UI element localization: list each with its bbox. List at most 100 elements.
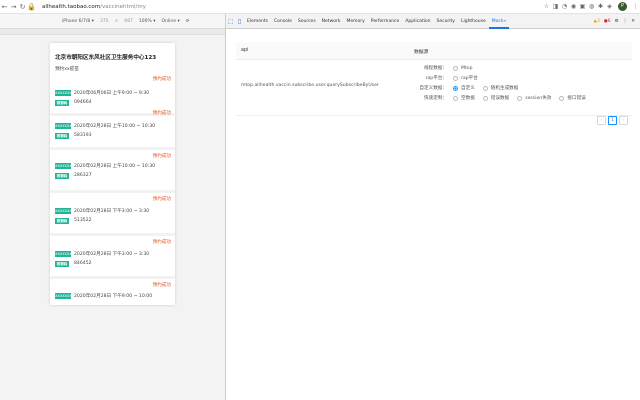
appointment-card[interactable]: 预约成功 XXXXXXXX 2020年02月28日 下午3:00 ~ 3:30 … — [50, 236, 175, 279]
appointment-card[interactable]: 预约成功 XXXXXXXX 2020年02月28日 下午9:00 ~ 10:00 — [50, 279, 175, 305]
api-name: mtop.alihealth.vaccin.subscribe.user.que… — [241, 83, 379, 88]
tab-network[interactable]: Network — [319, 14, 344, 29]
more-icon[interactable]: ⋮ — [623, 19, 628, 24]
radio-random-data[interactable]: 随机生成数据 — [482, 85, 518, 91]
radio-mtop[interactable]: Mtop — [453, 65, 473, 71]
radio-empty-data[interactable]: 空数据 — [453, 95, 475, 101]
field-label: 自定义数据： — [419, 86, 447, 91]
browser-toolbar: ← → ↻ 🔒 allhealth.taobao.com/vaccinehtml… — [0, 0, 640, 14]
profile-avatar[interactable]: P — [618, 2, 627, 11]
network-select[interactable]: Online ▾ — [162, 19, 180, 24]
lock-icon: 🔒 — [27, 2, 36, 11]
field-custom-data: 自定义数据： 自定义 随机生成数据 — [398, 85, 526, 91]
vaccine-tag: XXXXXXXX — [55, 208, 75, 214]
prev-page-button[interactable]: ‹ — [597, 116, 606, 125]
menu-icon[interactable]: ⋮ — [631, 3, 640, 10]
status-badge: 预约成功 — [152, 154, 171, 159]
extension-icon[interactable]: ◈ — [605, 3, 614, 10]
reload-icon[interactable]: ↻ — [18, 3, 27, 11]
phone-viewport: 北京市朝阳区东风社区卫生服务中心123 预约xx疫苗 预约成功 XXXXXXXX… — [50, 43, 175, 305]
appointment-time: 2020年02月28日 下午3:00 ~ 3:30 — [74, 209, 150, 214]
address-bar[interactable]: allhealth.taobao.com/vaccinehtml/my — [42, 4, 542, 10]
verification-code: 513522 — [74, 218, 92, 223]
times-icon: × — [114, 18, 119, 24]
code-tag: 核销码 — [55, 100, 69, 106]
column-api: api — [241, 48, 249, 53]
tab-lighthouse[interactable]: Lighthouse — [458, 14, 489, 29]
extension-icon[interactable]: ▣ — [578, 3, 587, 10]
pagination: ‹ 1 › — [597, 116, 628, 125]
page-title: 北京市朝阳区东风社区卫生服务中心123 — [55, 55, 157, 61]
extension-icon[interactable]: ✱ — [596, 3, 605, 10]
page-1-button[interactable]: 1 — [608, 116, 617, 125]
next-page-button[interactable]: › — [619, 116, 628, 125]
field-quick-custom: 快速定制： 空数据 错误数据 session失效 接口错误 — [398, 95, 594, 101]
appointment-time: 2020年02月28日 下午9:00 ~ 10:00 — [74, 294, 153, 299]
status-badge: 预约成功 — [152, 197, 171, 202]
column-source: 数据源 — [414, 50, 429, 55]
tab-memory[interactable]: Memory — [343, 14, 367, 29]
appointment-time: 2020年02月28日 下午3:00 ~ 3:30 — [74, 252, 150, 257]
url-path: /vaccinehtml/my — [100, 3, 147, 10]
vaccine-tag: XXXXXXXX — [55, 293, 75, 299]
device-toggle-icon[interactable]: ▯ — [235, 18, 244, 25]
star-icon[interactable]: ☆ — [542, 3, 551, 10]
status-badge: 预约成功 — [152, 240, 171, 245]
radio-custom[interactable]: 自定义 — [453, 85, 475, 91]
field-online-data: 线程数据： Mtop — [398, 65, 481, 71]
code-tag: 核销码 — [55, 261, 69, 267]
field-label: rap平台： — [425, 76, 447, 81]
vaccine-tag: XXXXXXXX — [55, 163, 75, 169]
zoom-select[interactable]: 100% ▾ — [139, 19, 156, 24]
appointment-card[interactable]: 预约成功 XXXXXXXX 2020年02月28日 上午10:00 ~ 10:3… — [50, 150, 175, 193]
close-icon[interactable]: ✕ — [631, 19, 635, 24]
back-icon[interactable]: ← — [0, 3, 9, 11]
radio-rap[interactable]: rap平台 — [453, 75, 478, 81]
inspect-icon[interactable]: ⬚ — [226, 18, 235, 25]
radio-api-error[interactable]: 接口错误 — [559, 95, 586, 101]
field-label: 快速定制： — [424, 96, 447, 101]
status-badge: 预约成功 — [152, 77, 171, 82]
tab-performance[interactable]: Performance — [368, 14, 403, 29]
appointment-time: 2020年02月28日 上午10:00 ~ 10:30 — [74, 124, 156, 129]
forward-icon[interactable]: → — [9, 3, 18, 11]
code-tag: 核销码 — [55, 218, 69, 224]
radio-error-data[interactable]: 错误数据 — [482, 95, 509, 101]
error-count[interactable]: ●6 — [604, 19, 611, 24]
status-badge: 预约成功 — [152, 111, 171, 116]
mock-table-header: api 数据源 — [236, 42, 632, 60]
device-select[interactable]: iPhone 6/7/8 ▾ — [62, 19, 94, 24]
table-row: mtop.alihealth.vaccin.subscribe.user.que… — [236, 60, 632, 116]
radio-session-expired[interactable]: session失效 — [517, 95, 551, 101]
tab-application[interactable]: Application — [402, 14, 433, 29]
code-tag: 核销码 — [55, 173, 69, 179]
vaccine-tag: XXXXXXXX — [55, 123, 75, 129]
extension-icon[interactable]: ◉ — [569, 3, 578, 10]
tab-sources[interactable]: Sources — [295, 14, 319, 29]
status-badge: 预约成功 — [152, 283, 171, 288]
appointment-time: 2020年06月06日 上午9:00 ~ 9:30 — [74, 91, 150, 96]
gear-icon[interactable]: ⚙ — [615, 19, 619, 24]
width-input[interactable]: 375 — [100, 19, 109, 24]
devtools-panel: ⬚ ▯ Elements Console Sources Network Mem… — [225, 14, 640, 400]
page-subtitle: 预约xx疫苗 — [55, 67, 79, 72]
field-label: 线程数据： — [424, 66, 447, 71]
extension-icon[interactable]: ◨ — [551, 3, 560, 10]
tab-mock[interactable]: Mock» — [488, 14, 510, 29]
verification-code: 846452 — [74, 261, 92, 266]
warning-count[interactable]: ▲3 — [594, 19, 600, 24]
extension-icon[interactable]: ◍ — [587, 3, 596, 10]
device-toolbar: iPhone 6/7/8 ▾ 375 × 667 100% ▾ Online ▾… — [0, 14, 225, 29]
tab-security[interactable]: Security — [433, 14, 457, 29]
code-tag: 核销码 — [55, 133, 69, 139]
appointment-card[interactable]: 预约成功 XXXXXXXX 2020年02月28日 下午3:00 ~ 3:30 … — [50, 193, 175, 236]
height-input[interactable]: 667 — [124, 19, 133, 24]
appointment-card[interactable]: 预约成功 XXXXXXXX 2020年02月28日 上午10:00 ~ 10:3… — [50, 107, 175, 150]
verification-code: 094664 — [74, 100, 92, 105]
rotate-icon[interactable]: ⟳ — [186, 19, 190, 24]
tab-elements[interactable]: Elements — [244, 14, 271, 29]
url-domain: allhealth.taobao.com — [42, 3, 101, 10]
extension-icon[interactable]: ◔ — [560, 3, 569, 10]
tab-console[interactable]: Console — [271, 14, 295, 29]
devtools-tabs: ⬚ ▯ Elements Console Sources Network Mem… — [226, 14, 640, 29]
